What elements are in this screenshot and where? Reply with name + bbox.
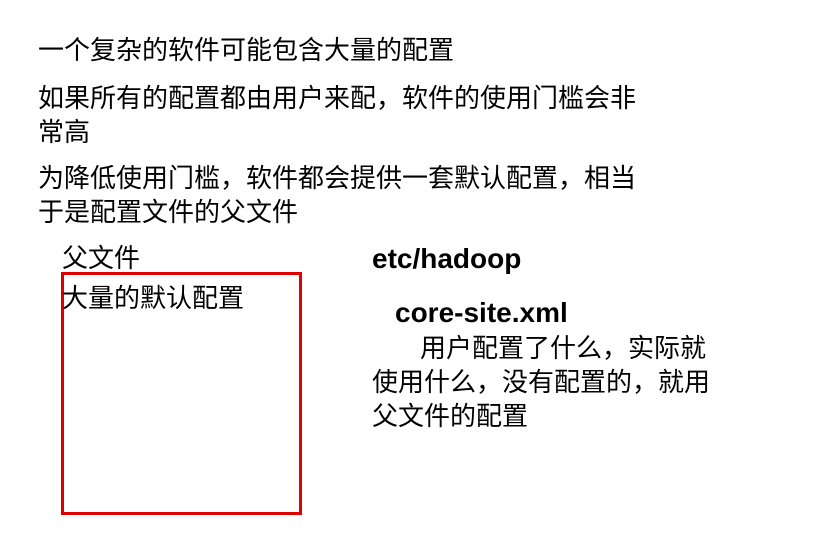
config-dir-path: etc/hadoop [372,243,522,274]
intro-line-1: 一个复杂的软件可能包含大量的配置 [38,36,455,66]
note-line-3: 父文件的配置 [372,402,529,432]
default-config-label: 大量的默认配置 [62,284,245,314]
intro-line-4: 为降低使用门槛，软件都会提供一套默认配置，相当 [38,164,637,194]
intro-line-5: 于是配置文件的父文件 [38,198,299,228]
note-line-2: 使用什么，没有配置的，就用 [372,368,711,398]
note-line-1: 用户配置了什么，实际就 [420,334,707,364]
intro-line-3: 常高 [38,118,91,148]
parent-file-label: 父文件 [62,244,141,274]
intro-line-2: 如果所有的配置都由用户来配，软件的使用门槛会非 [38,84,637,114]
core-site-filename: core-site.xml [395,297,568,328]
